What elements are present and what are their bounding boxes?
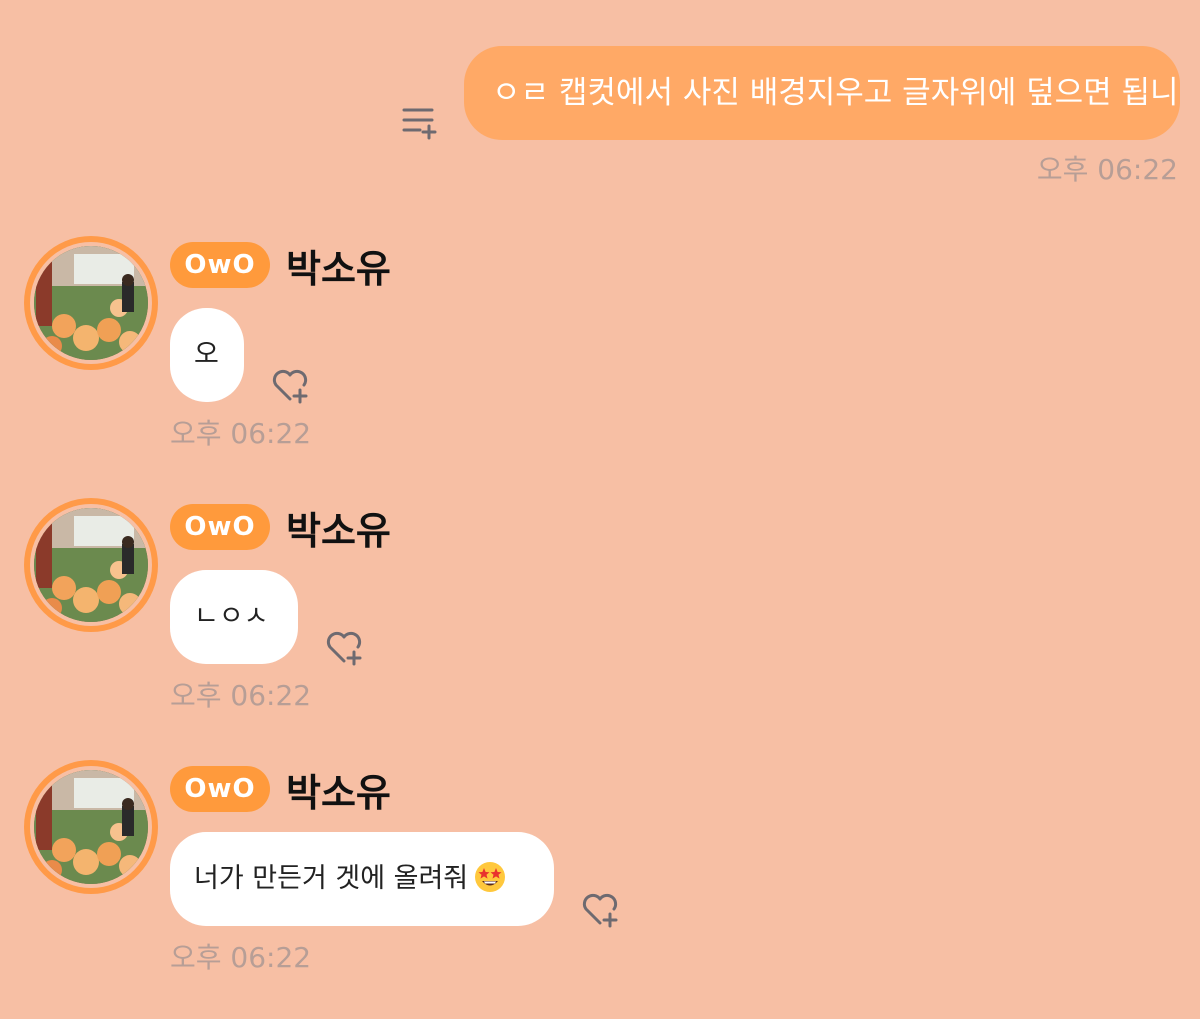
message-timestamp: 오후 06:22	[170, 679, 312, 712]
user-badge: OwO	[170, 504, 270, 550]
avatar-photo	[34, 508, 148, 622]
avatar[interactable]	[24, 498, 158, 632]
avatar-photo	[34, 770, 148, 884]
sender-name[interactable]: 박소유	[286, 238, 391, 293]
message-timestamp: 오후 06:22	[170, 417, 312, 450]
avatar[interactable]	[24, 236, 158, 370]
message-timestamp: 오후 06:22	[1036, 153, 1178, 186]
outgoing-message-bubble[interactable]: ㅇㄹ 캡컷에서 사진 배경지우고 글자위에 덮으면 됩니다	[464, 46, 1180, 140]
incoming-message-bubble[interactable]: ㄴㅇㅅ	[170, 570, 298, 664]
sender-name[interactable]: 박소유	[286, 762, 391, 817]
avatar-photo	[34, 246, 148, 360]
incoming-message: OwO 박소유 오 오후 06:22	[0, 236, 1200, 466]
incoming-message: OwO 박소유 ㄴㅇㅅ 오후 06:22	[0, 498, 1200, 728]
user-badge: OwO	[170, 242, 270, 288]
sender-name[interactable]: 박소유	[286, 500, 391, 555]
heart-plus-icon[interactable]	[270, 366, 310, 406]
avatar[interactable]	[24, 760, 158, 894]
add-to-list-icon[interactable]	[400, 102, 440, 142]
incoming-message: OwO 박소유 너가 만든거 겟에 올려줘 오후 06:22	[0, 760, 1200, 990]
heart-plus-icon[interactable]	[324, 628, 364, 668]
heart-plus-icon[interactable]	[580, 890, 620, 930]
message-timestamp: 오후 06:22	[170, 941, 312, 974]
chat-view: ㅇㄹ 캡컷에서 사진 배경지우고 글자위에 덮으면 됩니다 오후 06:22 O…	[0, 0, 1200, 1019]
incoming-message-bubble[interactable]: 너가 만든거 겟에 올려줘	[170, 832, 554, 926]
incoming-message-bubble[interactable]: 오	[170, 308, 244, 402]
user-badge: OwO	[170, 766, 270, 812]
star-struck-emoji-icon	[475, 862, 506, 892]
message-text: 너가 만든거 겟에 올려줘	[194, 863, 469, 894]
